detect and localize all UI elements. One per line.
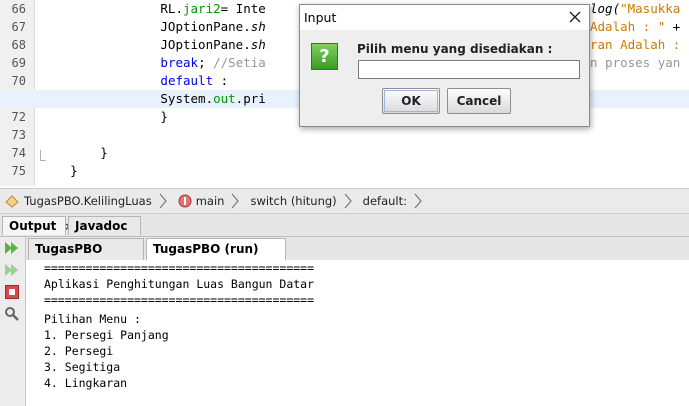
breadcrumb-item[interactable]: default: [359,190,409,212]
fold-guide-end [40,160,46,161]
code-token: sh [250,37,266,52]
output-console[interactable]: ======================================= A… [26,260,689,406]
code-token: } [40,145,108,160]
code-token: .pri [235,91,266,106]
settings-button[interactable] [3,305,21,323]
dialog-title-bar[interactable]: Input [300,5,589,30]
code-line[interactable]: } [0,144,689,162]
tab-run-3[interactable]: TugasPBO (run) #3× [146,238,286,277]
code-line-fragment[interactable]: ran Adalah : [590,36,689,54]
dialog-message: Pilih menu yang disediakan : [357,42,553,56]
rerun-button[interactable] [3,239,21,257]
code-token: ; [198,55,214,70]
rerun-options-icon [5,264,18,276]
console-line: 2. Persegi [44,344,114,358]
tab-javadoc[interactable]: Javadoc [68,216,141,235]
code-token: //Setia [213,55,266,70]
console-line: ======================================= [44,293,315,307]
breadcrumb-label: TugasPBO.KelilingLuas [24,194,152,208]
breadcrumb-label: switch (hitung) [250,194,337,208]
input-dialog: Input ? Pilih menu yang disediakan : OK … [299,4,590,127]
breadcrumb-label: main [195,194,225,208]
code-token: + [665,19,681,34]
question-icon: ? [311,43,338,70]
dialog-title: Input [304,10,337,25]
code-token: sh [250,19,266,34]
wrench-settings-icon [5,307,19,321]
cancel-button[interactable]: Cancel [447,88,511,114]
run-tab-bar: TugasPBO (run)× TugasPBO (run) #3× [26,237,689,277]
code-token: n proses yan [590,55,681,70]
tab-javadoc-label: Javadoc [75,219,128,233]
breadcrumb-item[interactable]: main [174,190,227,212]
fold-guide [40,150,41,160]
console-line: 3. Segitiga [44,360,121,374]
code-token: out [213,91,236,106]
method-icon [178,194,192,208]
chevron-right-icon [414,193,422,209]
code-token: jari2 [183,1,221,16]
code-token: log( [590,1,621,16]
code-token: } [40,109,168,124]
console-line: 4. Lingkaran [44,376,128,390]
breadcrumb-label: default: [362,194,408,208]
code-token: ran Adalah : [590,37,681,52]
console-line: Pilihan Menu : [44,312,141,326]
stop-button[interactable] [3,283,21,301]
ok-button[interactable]: OK [382,88,440,114]
breadcrumb-item[interactable]: TugasPBO.KelilingLuas [0,190,154,212]
stop-icon [5,285,19,299]
rerun-icon [5,242,18,254]
code-token: System. [40,91,214,106]
code-line[interactable] [0,126,689,144]
class-icon [5,195,19,208]
panel-tab-bar: Output× Javadoc [0,214,689,237]
chevron-right-icon [231,193,240,209]
console-line: 1. Persegi Panjang [44,328,169,342]
tab-output-label: Output [9,219,57,233]
code-line-fragment[interactable]: log("Masukka [590,0,689,18]
breadcrumb-item[interactable]: switch (hitung) [246,190,338,212]
code-token: "Masukka [620,1,681,16]
chevron-right-icon [344,193,352,209]
menu-choice-input[interactable] [358,60,580,79]
code-token: } [40,163,78,178]
chevron-right-icon [159,193,167,209]
close-icon[interactable] [567,9,583,25]
console-line: Aplikasi Penghitungan Luas Bangun Datar [44,277,315,291]
code-token: : [213,73,229,88]
code-token: default [160,73,214,88]
code-line-fragment[interactable]: Adalah : " + [590,18,689,36]
output-side-toolbar [0,237,26,406]
tab-run-1[interactable]: TugasPBO (run)× [28,238,144,277]
code-line-fragment[interactable]: n proses yan [590,54,689,72]
code-token: = Inte [220,1,266,16]
code-token: break [160,55,199,70]
tab-output[interactable]: Output× [2,216,74,235]
console-line: ======================================= [44,261,315,275]
code-token: RL. [40,1,183,16]
rerun-with-options-button[interactable] [3,261,21,279]
breadcrumb: TugasPBO.KelilingLuas main switch (hitung)… [0,188,689,214]
code-token: JOptionPane. [40,19,251,34]
code-line[interactable]: } [0,162,689,180]
code-token: Adalah : " [590,19,666,34]
code-token: JOptionPane. [40,37,251,52]
